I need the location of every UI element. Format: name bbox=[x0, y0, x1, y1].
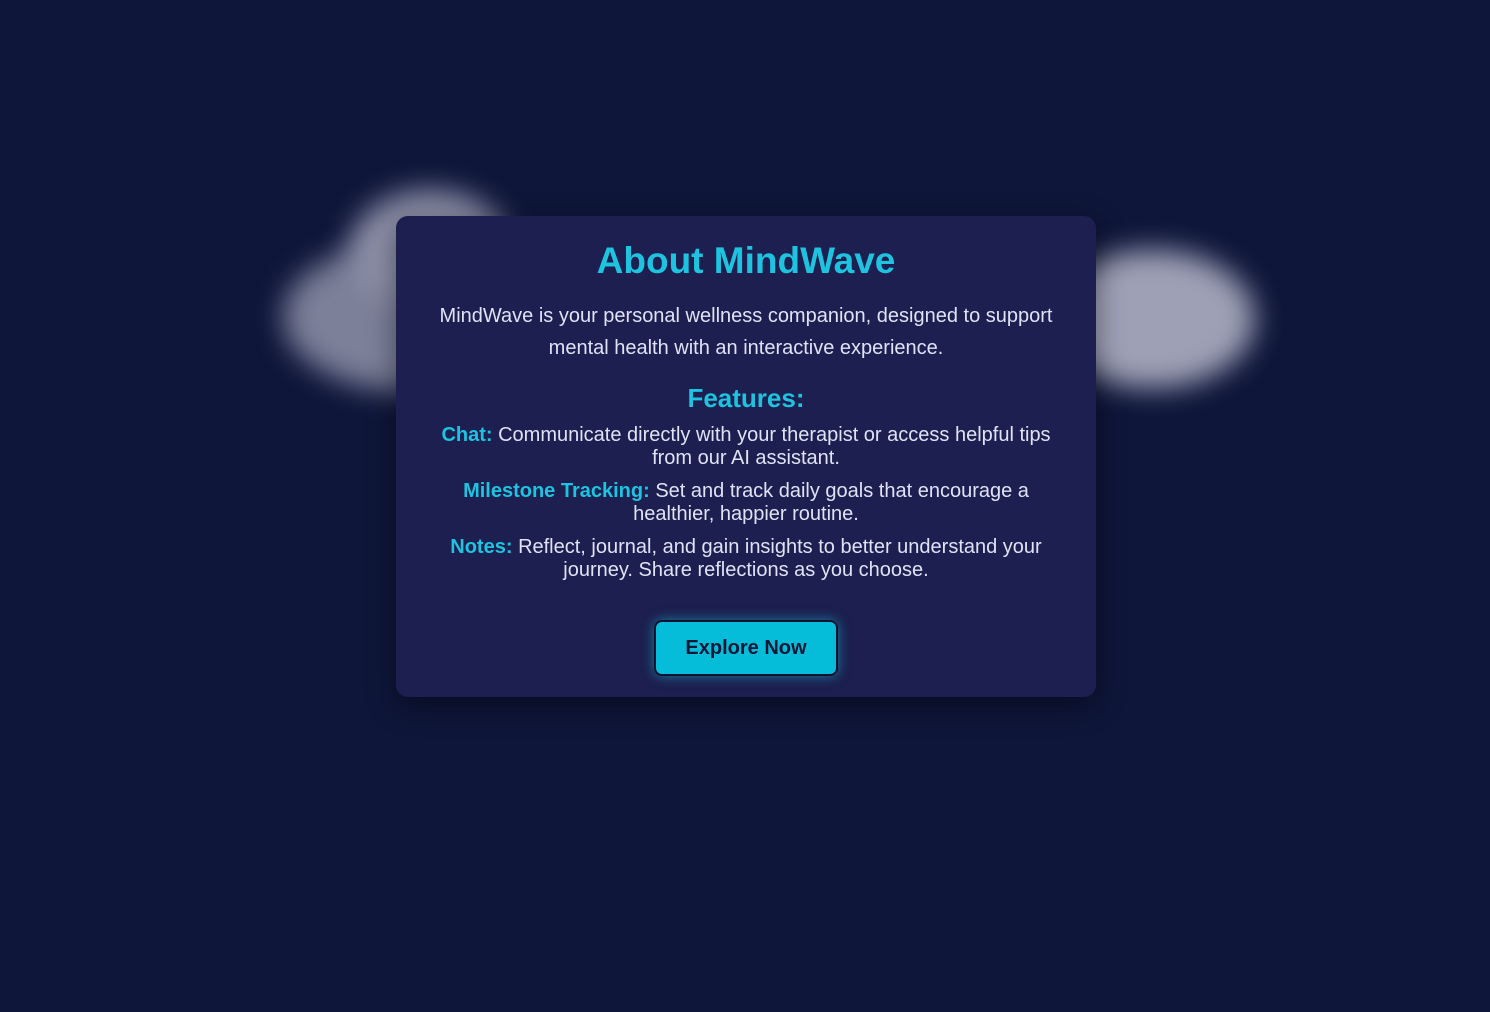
explore-now-button[interactable]: Explore Now bbox=[654, 620, 838, 676]
feature-description: Reflect, journal, and gain insights to b… bbox=[518, 536, 1042, 581]
feature-notes: Notes: Reflect, journal, and gain insigh… bbox=[440, 536, 1052, 582]
feature-description: Set and track daily goals that encourage… bbox=[633, 480, 1029, 525]
feature-chat: Chat: Communicate directly with your the… bbox=[440, 424, 1052, 470]
feature-description: Communicate directly with your therapist… bbox=[498, 424, 1051, 469]
feature-list: Chat: Communicate directly with your the… bbox=[436, 424, 1056, 582]
features-heading: Features: bbox=[687, 383, 805, 413]
feature-name: Chat: bbox=[441, 424, 493, 446]
feature-name: Milestone Tracking: bbox=[463, 480, 650, 502]
intro-text: MindWave is your personal wellness compa… bbox=[439, 305, 1053, 359]
feature-milestone-tracking: Milestone Tracking: Set and track daily … bbox=[440, 480, 1052, 526]
about-card: About MindWave MindWave is your personal… bbox=[396, 216, 1096, 697]
feature-name: Notes: bbox=[450, 536, 513, 558]
page-title: About MindWave bbox=[596, 240, 896, 281]
